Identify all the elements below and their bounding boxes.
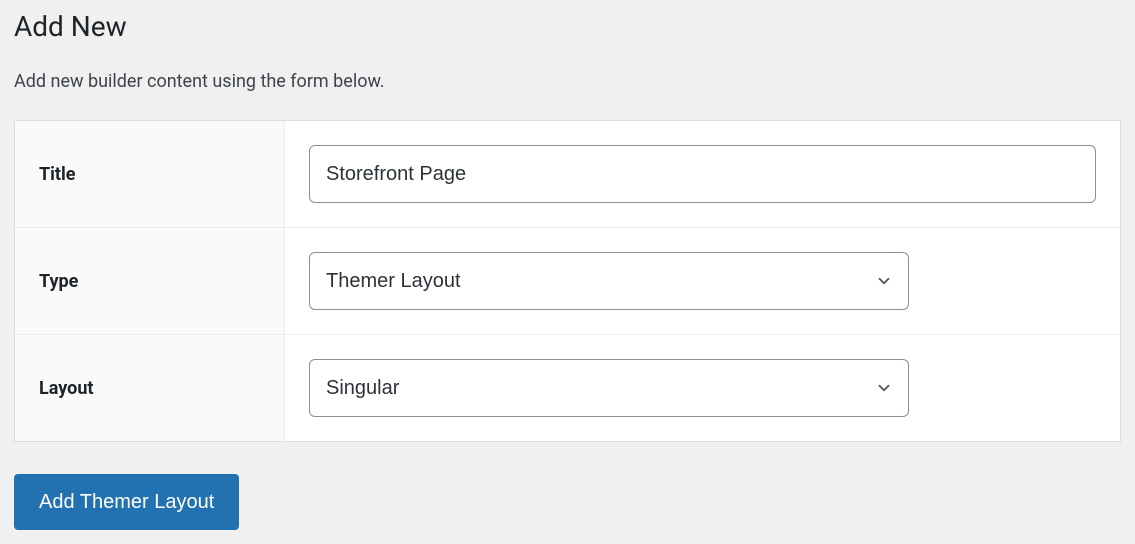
layout-cell: Singular (285, 335, 1121, 442)
page-wrap: Add New Add new builder content using th… (0, 0, 1135, 540)
row-layout: Layout Singular (15, 335, 1121, 442)
add-themer-layout-button[interactable]: Add Themer Layout (14, 474, 239, 530)
layout-label: Layout (15, 335, 285, 442)
title-input[interactable] (309, 145, 1096, 203)
layout-select[interactable]: Singular (309, 359, 909, 417)
form-table: Title Type Themer Layout (14, 120, 1121, 442)
type-select[interactable]: Themer Layout (309, 252, 909, 310)
layout-select-wrap: Singular (309, 359, 909, 417)
type-select-wrap: Themer Layout (309, 252, 909, 310)
type-cell: Themer Layout (285, 228, 1121, 335)
page-title: Add New (14, 10, 1121, 43)
title-label: Title (15, 121, 285, 228)
row-title: Title (15, 121, 1121, 228)
submit-area: Add Themer Layout (14, 474, 1121, 530)
page-description: Add new builder content using the form b… (14, 71, 1121, 92)
type-label: Type (15, 228, 285, 335)
title-cell (285, 121, 1121, 228)
row-type: Type Themer Layout (15, 228, 1121, 335)
